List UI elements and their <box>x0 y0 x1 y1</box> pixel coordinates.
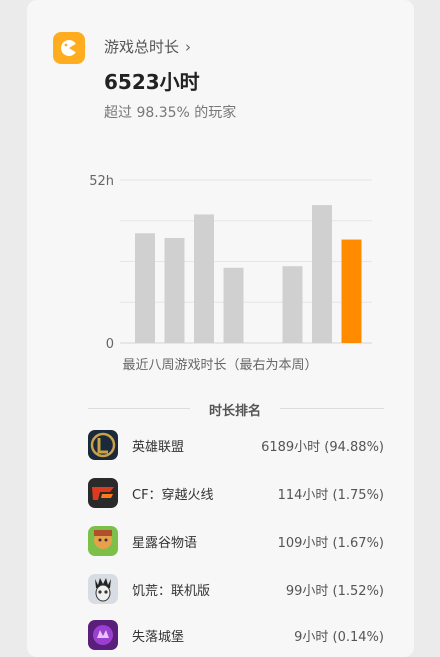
game-row-league-of-legends[interactable]: 英雄联盟 6189小时 (94.88%) <box>86 428 386 462</box>
game-name: 失落城堡 <box>132 630 185 645</box>
game-name: CF：穿越火线 <box>132 488 214 503</box>
game-hours: 109小时 (1.67%) <box>277 536 384 551</box>
bar-week-6 <box>282 266 303 343</box>
game-name: 星露谷物语 <box>132 536 198 551</box>
game-row-crossfire[interactable]: CF：穿越火线 114小时 (1.75%) <box>86 476 386 510</box>
game-row-stardew-valley[interactable]: 星露谷物语 109小时 (1.67%) <box>86 524 386 558</box>
y-tick-label: 0 <box>106 337 114 352</box>
lost-castle-icon <box>88 620 118 650</box>
league-of-legends-icon <box>88 430 118 460</box>
crossfire-icon <box>88 478 118 508</box>
game-hours: 9小时 (0.14%) <box>294 630 384 645</box>
stardew-valley-icon <box>88 526 118 556</box>
game-name: 饥荒：联机版 <box>132 584 211 599</box>
ranking-title: 时长排名 <box>208 404 261 419</box>
chart-caption: 最近八周游戏时长（最右为本周） <box>122 358 318 373</box>
bar-week-3 <box>194 214 214 343</box>
divider-right <box>280 408 384 409</box>
bar-week-8 <box>341 239 362 343</box>
game-hours: 99小时 (1.52%) <box>285 584 384 599</box>
game-row-lost-castle[interactable]: 失落城堡 9小时 (0.14%) <box>86 618 386 652</box>
bar-week-2 <box>164 237 185 343</box>
game-hours: 114小时 (1.75%) <box>277 488 384 503</box>
bar-week-7 <box>312 205 332 343</box>
dont-starve-icon <box>88 574 118 604</box>
game-hours: 6189小时 (94.88%) <box>261 440 384 455</box>
weekly-playtime-chart: 0 52h <box>89 174 372 352</box>
bar-week-1 <box>135 233 155 343</box>
game-row-dont-starve[interactable]: 饥荒：联机版 99小时 (1.52%) <box>86 572 386 606</box>
y-tick-label: 52h <box>89 174 114 189</box>
game-name: 英雄联盟 <box>132 440 185 455</box>
bar-week-4 <box>223 267 244 343</box>
